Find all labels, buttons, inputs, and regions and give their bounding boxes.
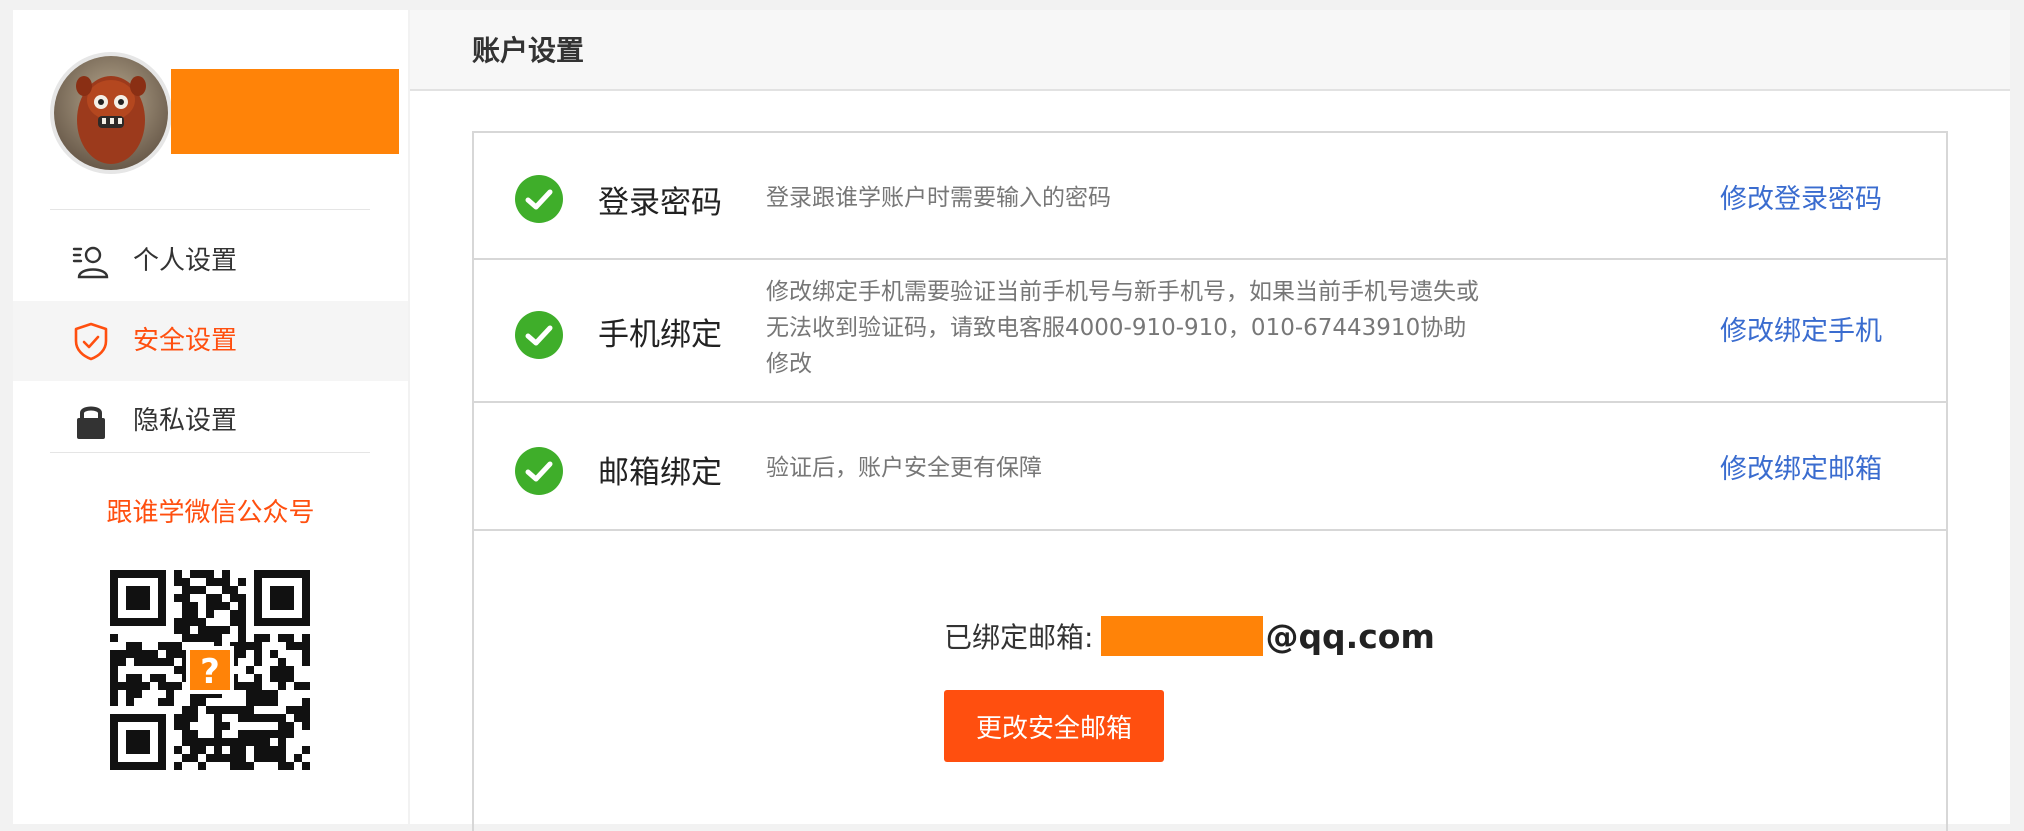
sidebar-item-security-settings[interactable]: 安全设置 bbox=[13, 301, 408, 381]
row-description: 修改绑定手机需要验证当前手机号与新手机号，如果当前手机号遗失或无法收到验证码，请… bbox=[766, 279, 1479, 377]
security-row-login-password: 登录密码 登录跟谁学账户时需要输入的密码 修改登录密码 bbox=[474, 133, 1946, 260]
row-label: 登录密码 bbox=[598, 185, 722, 221]
person-icon bbox=[71, 241, 111, 281]
wechat-qr-code: ? bbox=[110, 570, 310, 770]
email-username-redacted bbox=[1101, 616, 1264, 656]
username-redacted bbox=[171, 69, 399, 154]
row-description: 验证后，账户安全更有保障 bbox=[766, 455, 1042, 481]
sidebar-item-personal-settings[interactable]: 个人设置 bbox=[13, 221, 408, 301]
change-bound-email-link[interactable]: 修改绑定邮箱 bbox=[1720, 447, 1882, 486]
check-circle-icon bbox=[514, 310, 564, 360]
sidebar-item-privacy-settings[interactable]: 隐私设置 bbox=[13, 381, 408, 461]
shield-check-icon bbox=[71, 321, 111, 361]
change-bound-phone-link[interactable]: 修改绑定手机 bbox=[1720, 309, 1882, 348]
svg-text:?: ? bbox=[200, 652, 220, 692]
avatar[interactable] bbox=[50, 52, 172, 174]
bound-email-label: 已绑定邮箱: bbox=[944, 621, 1094, 654]
row-label: 邮箱绑定 bbox=[598, 455, 722, 491]
row-label: 手机绑定 bbox=[598, 317, 722, 353]
sidebar-divider-bottom bbox=[50, 452, 370, 453]
page-title: 账户设置 bbox=[472, 34, 585, 67]
main-panel: 账户设置 登录密码 登录跟谁学账户时需要输入的密码 修改登录密码 手机绑定 修改… bbox=[410, 10, 2010, 831]
check-circle-icon bbox=[514, 174, 564, 224]
lock-icon bbox=[71, 401, 111, 441]
sidebar-divider-top bbox=[50, 209, 370, 210]
check-circle-icon bbox=[514, 446, 564, 496]
security-row-email-binding: 邮箱绑定 验证后，账户安全更有保障 修改绑定邮箱 bbox=[474, 403, 1946, 531]
sidebar-item-label: 隐私设置 bbox=[133, 406, 238, 436]
sidebar-item-label: 安全设置 bbox=[133, 326, 238, 356]
bound-email-domain: @qq.com bbox=[1265, 616, 1435, 656]
page-header: 账户设置 bbox=[410, 10, 2010, 91]
bound-email-line: 已绑定邮箱: @qq.com bbox=[944, 614, 1435, 658]
security-row-phone-binding: 手机绑定 修改绑定手机需要验证当前手机号与新手机号，如果当前手机号遗失或无法收到… bbox=[474, 260, 1946, 403]
wechat-account-title: 跟谁学微信公众号 bbox=[106, 498, 315, 528]
change-login-password-link[interactable]: 修改登录密码 bbox=[1720, 177, 1882, 216]
security-card: 登录密码 登录跟谁学账户时需要输入的密码 修改登录密码 手机绑定 修改绑定手机需… bbox=[472, 131, 1948, 831]
sidebar-item-label: 个人设置 bbox=[133, 246, 238, 276]
row-description: 登录跟谁学账户时需要输入的密码 bbox=[766, 185, 1111, 211]
change-security-email-button[interactable]: 更改安全邮箱 bbox=[944, 690, 1164, 762]
sidebar: 个人设置 安全设置 隐私设置 跟谁学微信公众号 ? bbox=[13, 10, 408, 824]
